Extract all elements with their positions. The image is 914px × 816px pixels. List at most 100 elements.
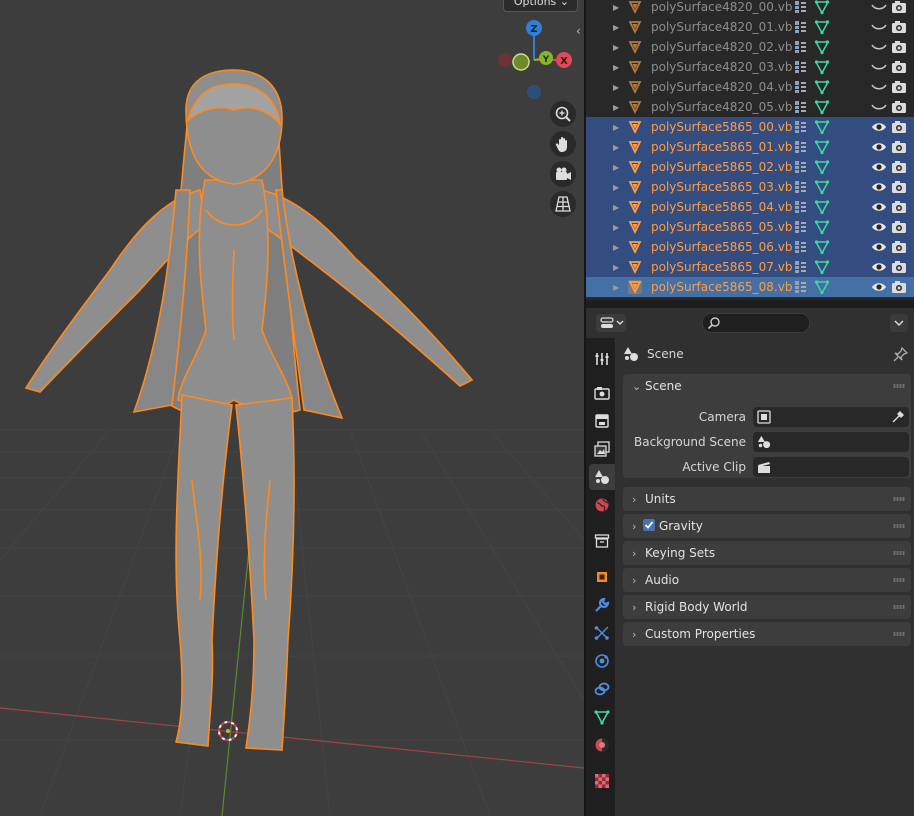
modifier-icon[interactable] <box>794 80 808 94</box>
pan-view-button[interactable] <box>550 131 576 157</box>
modifier-icon[interactable] <box>794 180 808 194</box>
tab-material[interactable] <box>589 732 615 758</box>
sidebar-toggle-icon[interactable]: ‹ <box>576 24 581 38</box>
outliner-row[interactable]: ▶ polySurface4820_04.vb <box>586 77 914 97</box>
eye-closed-icon[interactable] <box>871 101 887 113</box>
tab-world[interactable] <box>589 492 615 518</box>
expand-arrow-icon[interactable]: ▶ <box>613 63 619 72</box>
camera-render-icon[interactable] <box>891 200 907 214</box>
modifier-icon[interactable] <box>794 20 808 34</box>
viewport-scene[interactable]: Z X Y <box>0 0 584 816</box>
camera-render-icon[interactable] <box>891 100 907 114</box>
camera-render-icon[interactable] <box>891 140 907 154</box>
mesh-data-icon[interactable] <box>814 119 830 135</box>
camera-field[interactable] <box>753 407 909 427</box>
object-name[interactable]: polySurface4820_02.vb <box>651 40 792 54</box>
mesh-data-icon[interactable] <box>814 99 830 115</box>
rigid-body-world-section[interactable]: › Rigid Body World <box>623 595 911 619</box>
tab-tool[interactable] <box>589 346 615 372</box>
object-name[interactable]: polySurface4820_05.vb <box>651 100 792 114</box>
eye-closed-icon[interactable] <box>871 61 887 73</box>
eye-icon[interactable] <box>871 241 887 253</box>
mesh-data-icon[interactable] <box>814 219 830 235</box>
object-name[interactable]: polySurface4820_04.vb <box>651 80 792 94</box>
camera-render-icon[interactable] <box>891 120 907 134</box>
zoom-in-button[interactable] <box>550 101 576 127</box>
eye-icon[interactable] <box>871 141 887 153</box>
eye-icon[interactable] <box>871 181 887 193</box>
tab-output[interactable] <box>589 408 615 434</box>
expand-arrow-icon[interactable]: ▶ <box>613 263 619 272</box>
mesh-data-icon[interactable] <box>814 79 830 95</box>
mesh-data-icon[interactable] <box>814 259 830 275</box>
object-name[interactable]: polySurface4820_00.vb <box>651 0 792 14</box>
active-clip-field[interactable] <box>753 457 909 477</box>
object-name[interactable]: polySurface5865_01.vb <box>651 140 792 154</box>
expand-arrow-icon[interactable]: ▶ <box>613 43 619 52</box>
object-name[interactable]: polySurface5865_07.vb <box>651 260 792 274</box>
drag-grip-icon[interactable] <box>893 632 905 636</box>
expand-arrow-icon[interactable]: ▶ <box>613 23 619 32</box>
modifier-icon[interactable] <box>794 240 808 254</box>
scene-section-header[interactable]: ⌄ Scene <box>623 374 911 398</box>
camera-render-icon[interactable] <box>891 80 907 94</box>
outliner-row[interactable]: ▶ polySurface5865_03.vb <box>586 177 914 197</box>
object-name[interactable]: polySurface5865_05.vb <box>651 220 792 234</box>
modifier-icon[interactable] <box>794 0 808 14</box>
expand-arrow-icon[interactable]: ▶ <box>613 183 619 192</box>
navigation-gizmo[interactable]: Z X Y <box>498 20 572 99</box>
mesh-data-icon[interactable] <box>814 279 830 295</box>
properties-options-dropdown[interactable] <box>890 314 908 332</box>
mesh-data-icon[interactable] <box>814 19 830 35</box>
eye-icon[interactable] <box>871 201 887 213</box>
modifier-icon[interactable] <box>794 200 808 214</box>
properties-search-input[interactable] <box>702 313 810 333</box>
modifier-icon[interactable] <box>794 60 808 74</box>
outliner-row[interactable]: ▶ polySurface5865_04.vb <box>586 197 914 217</box>
mesh-data-icon[interactable] <box>814 199 830 215</box>
expand-arrow-icon[interactable]: ▶ <box>613 123 619 132</box>
eye-icon[interactable] <box>871 121 887 133</box>
expand-arrow-icon[interactable]: ▶ <box>613 3 619 12</box>
tab-constraints[interactable] <box>589 676 615 702</box>
3d-viewport[interactable]: Z X Y Options ⌄ ‹ <box>0 0 584 816</box>
object-name[interactable]: polySurface4820_03.vb <box>651 60 792 74</box>
tab-physics[interactable] <box>589 648 615 674</box>
mesh-data-icon[interactable] <box>814 179 830 195</box>
camera-render-icon[interactable] <box>891 20 907 34</box>
drag-grip-icon[interactable] <box>893 384 905 388</box>
camera-render-icon[interactable] <box>891 0 907 14</box>
outliner[interactable]: ▶ polySurface4820_00.vb ▶ polySurface4820_0… <box>586 0 914 300</box>
object-name[interactable]: polySurface5865_06.vb <box>651 240 792 254</box>
tab-particles[interactable] <box>589 620 615 646</box>
object-name[interactable]: polySurface5865_02.vb <box>651 160 792 174</box>
eyedropper-icon[interactable] <box>891 410 905 424</box>
gravity-section[interactable]: › Gravity <box>623 514 911 538</box>
pin-icon[interactable] <box>893 346 909 362</box>
object-name[interactable]: polySurface5865_04.vb <box>651 200 792 214</box>
expand-arrow-icon[interactable]: ▶ <box>613 283 619 292</box>
custom-properties-section[interactable]: › Custom Properties <box>623 622 911 646</box>
tab-texture[interactable] <box>589 768 615 794</box>
drag-grip-icon[interactable] <box>893 524 905 528</box>
modifier-icon[interactable] <box>794 120 808 134</box>
eye-icon[interactable] <box>871 161 887 173</box>
camera-render-icon[interactable] <box>891 160 907 174</box>
mesh-data-icon[interactable] <box>814 59 830 75</box>
object-name[interactable]: polySurface5865_08.vb <box>651 280 792 294</box>
mesh-data-icon[interactable] <box>814 39 830 55</box>
drag-grip-icon[interactable] <box>893 497 905 501</box>
mesh-data-icon[interactable] <box>814 159 830 175</box>
tab-view-layer[interactable] <box>589 436 615 462</box>
tab-render[interactable] <box>589 380 615 406</box>
camera-render-icon[interactable] <box>891 40 907 54</box>
modifier-icon[interactable] <box>794 160 808 174</box>
expand-arrow-icon[interactable]: ▶ <box>613 203 619 212</box>
outliner-row[interactable]: ▶ polySurface4820_03.vb <box>586 57 914 77</box>
outliner-row[interactable]: ▶ polySurface4820_00.vb <box>586 0 914 17</box>
eye-closed-icon[interactable] <box>871 1 887 13</box>
mesh-data-icon[interactable] <box>814 0 830 15</box>
expand-arrow-icon[interactable]: ▶ <box>613 163 619 172</box>
camera-render-icon[interactable] <box>891 240 907 254</box>
gizmo-neg-y-axis[interactable] <box>512 53 530 71</box>
